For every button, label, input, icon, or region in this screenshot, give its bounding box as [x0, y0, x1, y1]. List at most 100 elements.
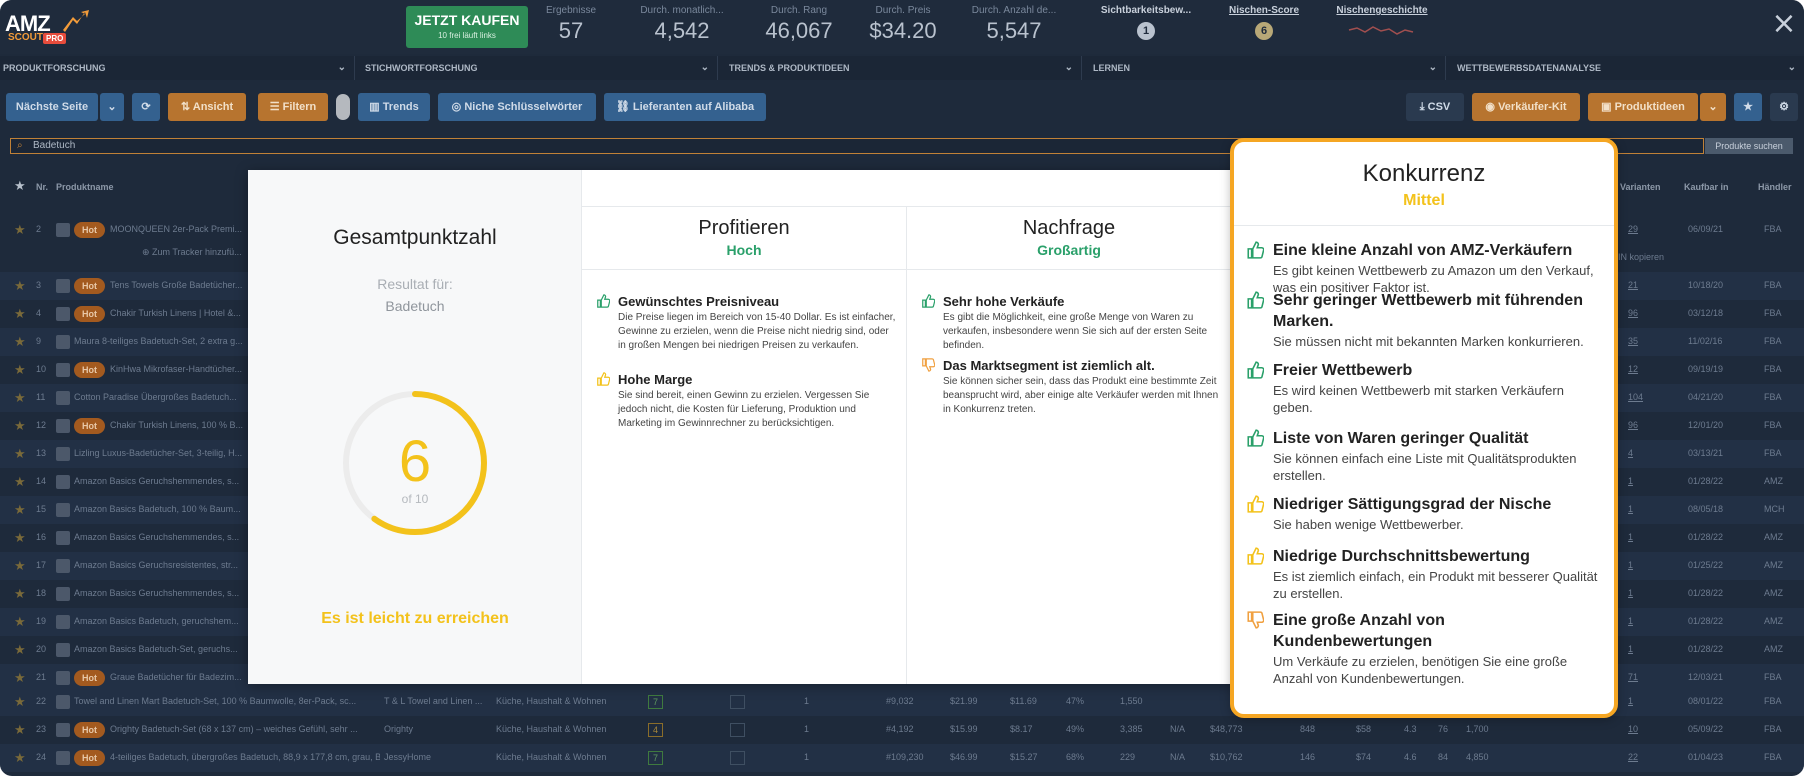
star-icon[interactable]: ★ [14, 750, 26, 766]
star-icon[interactable]: ★ [14, 474, 26, 490]
product-name[interactable]: Maura 8-teiliges Badetuch-Set, 2 extra g… [74, 336, 246, 346]
category-learn[interactable]: LERNEN ⌄ [1090, 56, 1446, 80]
trends-button[interactable]: ▥ Trends [358, 93, 430, 121]
column-available-since[interactable]: Kaufbar in [1684, 182, 1729, 192]
view-button[interactable]: ⇅ Ansicht [168, 93, 246, 121]
category-trends[interactable]: TRENDS & PRODUKTIDEEN ⌄ [726, 56, 1082, 80]
star-icon[interactable]: ★ [14, 362, 26, 378]
variants-count[interactable]: 1 [1628, 476, 1633, 486]
product-thumbnail [56, 279, 70, 293]
variants-count[interactable]: 1 [1628, 588, 1633, 598]
star-icon[interactable]: ★ [14, 586, 26, 602]
variants-count[interactable]: 29 [1628, 224, 1638, 234]
refresh-button[interactable]: ⟳ [132, 93, 160, 121]
stat-niche-score[interactable]: Nischen-Score 6 [1222, 5, 1306, 49]
variants-count[interactable]: 12 [1628, 364, 1638, 374]
column-seller[interactable]: Händler [1758, 182, 1792, 192]
variants-count[interactable]: 1 [1628, 532, 1633, 542]
variants-count[interactable]: 1 [1628, 644, 1633, 654]
table-row[interactable]: ★ 23 Hot Orighty Badetuch-Set (68 x 137 cm)… [0, 716, 1804, 744]
niche-keywords-button[interactable]: ◎ Niche Schlüsselwörter [438, 93, 596, 121]
product-ideas-button[interactable]: ▣ Produktideen [1588, 93, 1698, 121]
variants-count[interactable]: 35 [1628, 336, 1638, 346]
stat-avg-rank: Durch. Rang 46,067 [752, 5, 846, 49]
product-name[interactable]: MOONQUEEN 2er-Pack Premi... [110, 224, 246, 234]
row-number: 23 [36, 724, 47, 734]
product-name[interactable]: Amazon Basics Geruchshemmendes, s... [74, 588, 246, 598]
close-icon[interactable]: × [1770, 9, 1798, 39]
product-name[interactable]: Amazon Basics Badetuch, 100 % Baum... [74, 504, 246, 514]
product-name[interactable]: Tens Towels Große Badetücher... [110, 280, 246, 290]
seller-type: FBA [1764, 308, 1782, 318]
amzscout-logo: AMZ SCOUT PRO [5, 8, 91, 46]
star-icon[interactable]: ★ [14, 614, 26, 630]
variants-count[interactable]: 96 [1628, 308, 1638, 318]
category-competitor-analysis[interactable]: WETTBEWERBSDATENANALYSE ⌄ [1454, 56, 1804, 80]
star-icon[interactable]: ★ [14, 446, 26, 462]
column-product-name[interactable]: Produktname [56, 182, 114, 192]
item-title: Gewünschtes Preisniveau [618, 294, 780, 309]
category-keyword-research[interactable]: STICHWORTFORSCHUNG ⌄ [362, 56, 718, 80]
buy-now-button[interactable]: JETZT KAUFEN 10 frei läuft links [406, 6, 528, 48]
column-variants[interactable]: Varianten [1620, 182, 1661, 192]
add-to-tracker-link[interactable]: ⊕ Zum Tracker hinzufü... [142, 247, 242, 258]
product-name[interactable]: Lizling Luxus-Badetücher-Set, 3-teilig, … [74, 448, 246, 458]
variants-count[interactable]: 1 [1628, 616, 1633, 626]
product-name[interactable]: Amazon Basics Geruchshemmendes, s... [74, 476, 246, 486]
variants-count[interactable]: 1 [1628, 504, 1633, 514]
product-name[interactable]: Amazon Basics Geruchsresistentes, str... [74, 560, 246, 570]
product-name[interactable]: Amazon Basics Geruchshemmendes, s... [74, 532, 246, 542]
product-name[interactable]: Towel and Linen Mart Badetuch-Set, 100 %… [74, 696, 380, 706]
variants-count[interactable]: 4 [1628, 448, 1633, 458]
search-products-button[interactable]: Produkte suchen [1705, 138, 1793, 154]
next-page-dropdown[interactable]: ⌄ [100, 93, 124, 121]
favorites-button[interactable]: ★ [1734, 93, 1762, 121]
stat-niche-history[interactable]: Nischengeschichte [1332, 5, 1432, 49]
filter-button[interactable]: ☰ Filtern [258, 93, 328, 121]
star-icon[interactable]: ★ [14, 222, 26, 238]
variants-count[interactable]: 21 [1628, 280, 1638, 290]
copy-asin-link[interactable]: IN kopieren [1618, 252, 1664, 262]
alibaba-suppliers-button[interactable]: ⛓ Lieferanten auf Alibaba [604, 93, 766, 121]
next-page-button[interactable]: Nächste Seite [6, 93, 98, 121]
available-since: 01/28/22 [1688, 532, 1724, 542]
product-name[interactable]: Amazon Basics Badetuch, geruchshem... [74, 616, 246, 626]
variants-count[interactable]: 71 [1628, 672, 1638, 682]
star-icon[interactable]: ★ [14, 558, 26, 574]
star-icon[interactable]: ★ [14, 502, 26, 518]
product-name[interactable]: Amazon Basics Badetuch-Set, geruchs... [74, 644, 246, 654]
variants-count[interactable]: 1 [1628, 696, 1633, 706]
star-icon[interactable]: ★ [14, 178, 26, 194]
star-icon[interactable]: ★ [14, 642, 26, 658]
variants-count[interactable]: 10 [1628, 724, 1638, 734]
star-icon[interactable]: ★ [14, 722, 26, 738]
star-icon[interactable]: ★ [14, 694, 26, 710]
column-nr[interactable]: Nr. [36, 182, 48, 192]
category-product-research[interactable]: PRODUKTFORSCHUNG ⌄ [0, 56, 355, 80]
product-name[interactable]: KinHwa Mikrofaser-Handtücher... [110, 364, 246, 374]
star-icon[interactable]: ★ [14, 418, 26, 434]
csv-export-button[interactable]: ⤓ CSV [1406, 93, 1464, 121]
settings-button[interactable]: ⚙ [1770, 93, 1798, 121]
variants-count[interactable]: 96 [1628, 420, 1638, 430]
table-row[interactable]: ★ 24 Hot 4-teiliges Badetuch, übergroßes Ba… [0, 744, 1804, 772]
stat-visibility[interactable]: Sichtbarkeitsbew... 1 [1096, 5, 1196, 49]
product-name[interactable]: 4-teiliges Badetuch, übergroßes Badetuch… [110, 752, 380, 762]
star-icon[interactable]: ★ [14, 530, 26, 546]
product-name[interactable]: Chakir Turkish Linens, 100 % B... [110, 420, 246, 430]
variants-count[interactable]: 104 [1628, 392, 1643, 402]
product-name[interactable]: Orighty Badetuch-Set (68 x 137 cm) – wei… [110, 724, 380, 734]
filter-toggle[interactable] [336, 94, 350, 120]
star-icon[interactable]: ★ [14, 334, 26, 350]
star-icon[interactable]: ★ [14, 390, 26, 406]
variants-count[interactable]: 22 [1628, 752, 1638, 762]
variants-count[interactable]: 1 [1628, 560, 1633, 570]
star-icon[interactable]: ★ [14, 670, 26, 686]
product-ideas-dropdown[interactable]: ⌄ [1700, 93, 1726, 121]
product-name[interactable]: Cotton Paradise Übergroßes Badetuch... [74, 392, 246, 402]
star-icon[interactable]: ★ [14, 306, 26, 322]
product-name[interactable]: Graue Badetücher für Badezim... [110, 672, 246, 682]
star-icon[interactable]: ★ [14, 278, 26, 294]
seller-kit-button[interactable]: ◉ Verkäufer-Kit [1472, 93, 1580, 121]
product-name[interactable]: Chakir Turkish Linens | Hotel &... [110, 308, 246, 318]
